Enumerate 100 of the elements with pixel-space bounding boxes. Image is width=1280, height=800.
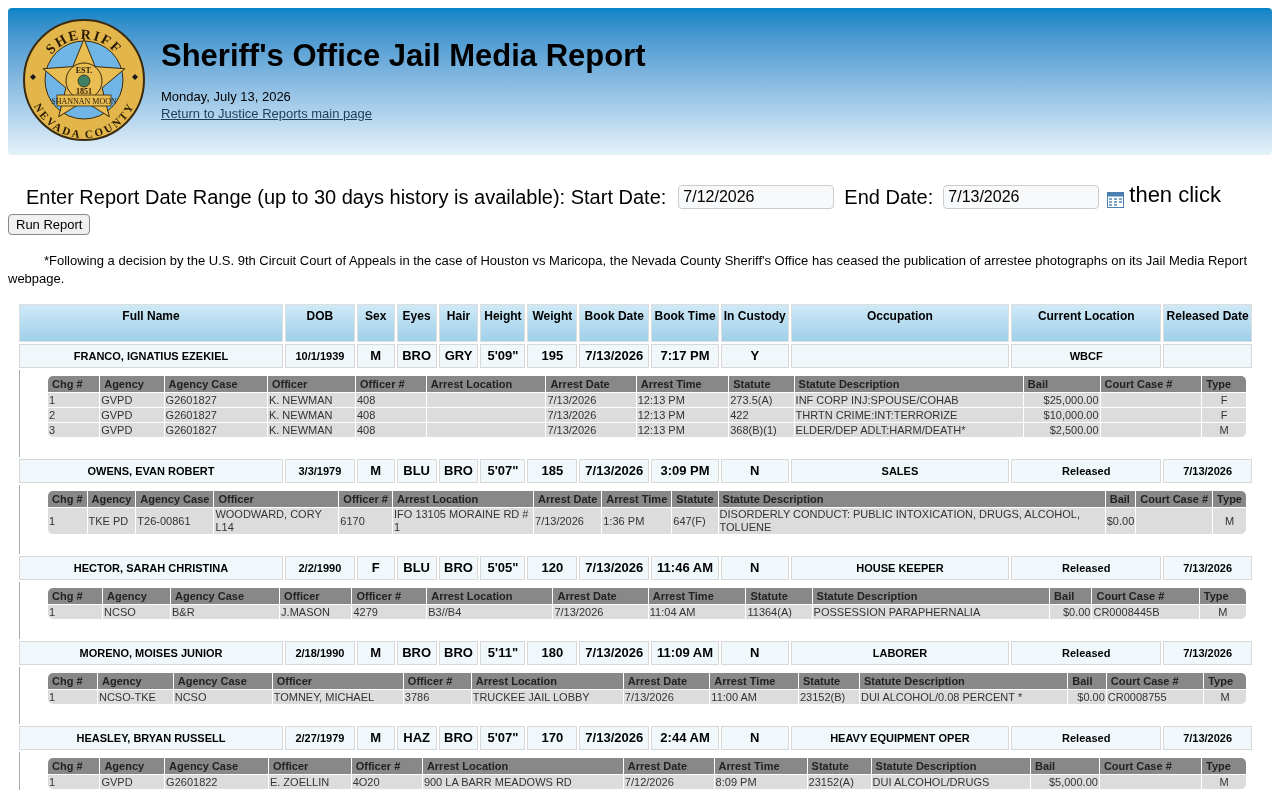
charge-column-header: Bail [1050,588,1092,604]
charge-cell-text: M [1219,775,1229,788]
charge-column-header: Type [1202,376,1246,392]
charge-cell-text: IFO 13105 MORAINE RD # 1 [394,508,529,533]
column-header: Height [480,304,526,342]
charge-cell-text: GVPD [101,775,133,788]
charge-cell-text: K. NEWMAN [268,393,333,406]
inmate-cell: 7/13/2026 [1163,641,1252,665]
charge-column-header: Arrest Time [636,376,729,392]
run-report-button[interactable]: Run Report [8,214,91,235]
charge-column-header: Chg # [48,376,100,392]
charge-cell-text: DUI ALCOHOL/0.08 PERCENT * [861,690,1023,703]
charge-column-header: Arrest Date [623,673,710,689]
inmate-cell: BRO [438,556,479,580]
charge-cell-text: DISORDERLY CONDUCT: PUBLIC INTOXICATION, DRUGS, ALCOHOL, TOLUENE [719,508,1080,533]
inmate-cell: 5'05" [480,556,526,580]
charge-column-header: Arrest Date [553,588,648,604]
inmate-cell: 7/13/2026 [1163,726,1252,750]
charge-cell-text: 12:13 PM [637,408,685,421]
charge-column-header: Agency [103,588,170,604]
charge-cell-text: J.MASON [281,605,330,618]
charge-column-header: Officer [272,673,403,689]
report-date: Monday, July 13, 2026 [161,88,291,105]
charge-column-header: Statute Description [812,588,1050,604]
charge-column-header: Arrest Date [623,758,714,774]
charge-column-header: Statute Description [718,491,1105,507]
charge-column-header: Statute Description [860,673,1068,689]
inmate-cell: HEAVY EQUIPMENT OPER [790,726,1010,750]
charge-cell-text: 7/12/2026 [624,775,674,788]
charge-column-header: Statute [729,376,794,392]
inmate-cell: HECTOR, SARAH CHRISTINA [19,556,283,580]
charge-column-header: Chg # [48,588,103,604]
end-date-label: End Date: [844,185,934,210]
charge-cell-text: 4279 [353,605,378,618]
calendar-icon[interactable] [1107,192,1125,208]
charge-cell-text: $5,000.00 [1048,775,1098,788]
inmate-cell: 5'09" [480,344,526,368]
end-date-field[interactable]: 7/13/2026 [943,185,1100,209]
charge-column-header: Officer [267,376,355,392]
inmate-cell: 11:09 AM [651,641,719,665]
charge-column-header: Court Case # [1100,376,1202,392]
column-header: Book Time [651,304,719,342]
charge-column-header: Bail [1105,491,1136,507]
charge-cell-text: 422 [730,408,749,421]
charge-column-header: Type [1204,673,1246,689]
inmate-cell: Released [1011,556,1162,580]
charge-column-header: Arrest Time [648,588,746,604]
charge-cell-text: F [1220,393,1228,406]
charge-cell-text: 11364(A) [747,605,792,618]
inmate-cell: 2:44 AM [651,726,719,750]
charge-cell-text: 2 [49,408,56,421]
charge-cell-text: GVPD [101,423,133,436]
charge-column-header: Type [1213,491,1246,507]
charge-column-header: Arrest Time [602,491,672,507]
charge-cell-text: 1 [49,514,56,527]
column-header: Hair [438,304,479,342]
charge-column-header: Arrest Location [393,491,533,507]
column-header: Weight [527,304,578,342]
inmate-cell: BLU [396,459,437,483]
inmate-cell: N [720,556,789,580]
date-range-label: Enter Report Date Range (up to 30 days history is available): Start Date: [26,185,667,210]
charge-cell-text: $0.00 [1062,605,1091,618]
inmate-cell: GRY [438,344,479,368]
charge-cell-text: 1 [49,775,56,788]
main-page-link[interactable]: Return to Justice Reports main page [161,105,372,122]
charge-column-header: Agency [87,491,136,507]
start-date-field[interactable]: 7/12/2026 [678,185,835,209]
charge-cell-text: GVPD [101,408,133,421]
charge-column-header: Statute Description [794,376,1023,392]
inmate-cell: HEASLEY, BRYAN RUSSELL [19,726,283,750]
charge-cell-text: 6170 [340,514,365,527]
inmate-cell: M [356,459,395,483]
inmate-cell: HOUSE KEEPER [790,556,1010,580]
charge-column-header: Officer [214,491,339,507]
charge-cell-text: CR0008755 [1107,690,1167,703]
charge-cell-text: DUI ALCOHOL/DRUGS [872,775,990,788]
charge-cell-text: E. ZOELLIN [269,775,330,788]
charge-cell-text: 11:00 AM [711,690,758,703]
charge-cell-text: M [1219,423,1229,436]
charge-cell-text: 368(B)(1) [730,423,777,436]
charge-cell-text: M [1220,690,1230,703]
charge-cell-text: G2601827 [165,393,217,406]
charge-column-header: Statute Description [871,758,1030,774]
charge-cell-text: G2601827 [165,408,217,421]
column-header: Occupation [790,304,1010,342]
inmate-cell: 11:46 AM [651,556,719,580]
charge-cell-text: 7/13/2026 [535,514,584,527]
charge-column-header: Agency [100,376,164,392]
inmate-cell: N [720,641,789,665]
charge-column-header: Officer # [355,376,426,392]
charge-cell-text: 1 [49,605,56,618]
charge-cell-text: 8:09 PM [715,775,757,788]
inmate-cell: Released [1011,459,1162,483]
inmate-cell: 2/2/1990 [285,556,355,580]
charge-cell-text: POSSESSION PARAPHERNALIA [813,605,981,618]
charge-column-header: Chg # [48,758,100,774]
column-header: Full Name [19,304,283,342]
charge-cell-text: TOMNEY, MICHAEL [273,690,375,703]
charge-column-header: Agency Case [173,673,272,689]
charge-column-header: Type [1199,588,1246,604]
